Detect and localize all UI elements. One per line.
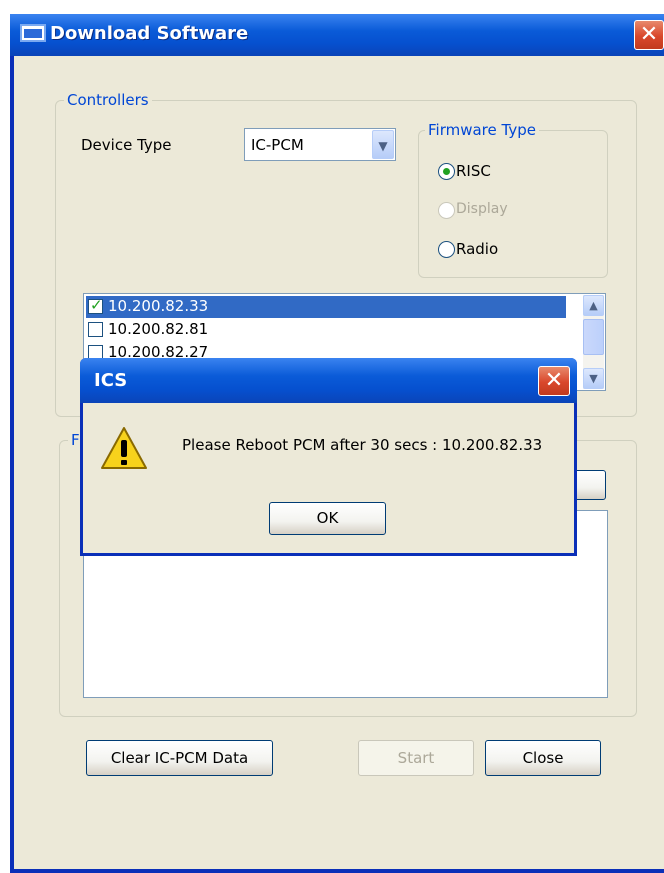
checkmark-icon: ✓: [90, 296, 103, 314]
radio-radio[interactable]: [438, 241, 455, 258]
radio-selected-dot: [443, 168, 450, 175]
window-close-button[interactable]: ✕: [634, 20, 664, 50]
browse-button[interactable]: [574, 470, 606, 500]
dialog-message: Please Reboot PCM after 30 secs : 10.200…: [182, 436, 543, 454]
device-type-label: Device Type: [81, 136, 172, 154]
dialog-titlebar[interactable]: ICS ✕: [80, 358, 577, 403]
dialog-body: Please Reboot PCM after 30 secs : 10.200…: [83, 403, 574, 553]
window-app-icon: [20, 24, 46, 42]
radio-risc[interactable]: [438, 163, 455, 180]
close-button[interactable]: Close: [485, 740, 601, 776]
warning-icon: [101, 427, 147, 469]
ok-button[interactable]: OK: [269, 502, 386, 535]
chevron-down-icon[interactable]: ▼: [372, 130, 394, 159]
device-type-value: IC-PCM: [251, 136, 304, 154]
list-item[interactable]: 10.200.82.81: [86, 319, 566, 341]
device-type-combobox[interactable]: IC-PCM ▼: [244, 128, 396, 161]
listbox-scrollbar[interactable]: ▲ ▼: [583, 295, 604, 389]
dialog-title: ICS: [94, 370, 128, 391]
device-ip: 10.200.82.33: [108, 297, 209, 315]
radio-radio-label: Radio: [456, 240, 499, 258]
start-button: Start: [358, 740, 474, 776]
firmware-type-legend: Firmware Type: [425, 121, 539, 139]
scroll-down-icon[interactable]: ▼: [583, 368, 604, 389]
radio-display: [438, 202, 455, 219]
window-titlebar[interactable]: Download Software ✕: [10, 14, 664, 56]
list-item[interactable]: ✓ 10.200.82.33: [86, 296, 566, 318]
device-ip: 10.200.82.81: [108, 320, 209, 338]
radio-risc-label: RISC: [456, 162, 491, 180]
ics-message-dialog: ICS ✕ Please Reboot PCM after 30 secs : …: [80, 358, 577, 556]
scroll-up-icon[interactable]: ▲: [583, 295, 604, 316]
window-title: Download Software: [50, 23, 249, 44]
device-checkbox[interactable]: [88, 322, 103, 337]
controllers-legend: Controllers: [64, 91, 152, 109]
clear-ic-pcm-data-button[interactable]: Clear IC-PCM Data: [86, 740, 273, 776]
device-checkbox[interactable]: ✓: [88, 296, 103, 314]
radio-display-label: Display: [456, 201, 508, 217]
scrollbar-thumb[interactable]: [583, 319, 604, 355]
dialog-close-button[interactable]: ✕: [538, 366, 570, 396]
